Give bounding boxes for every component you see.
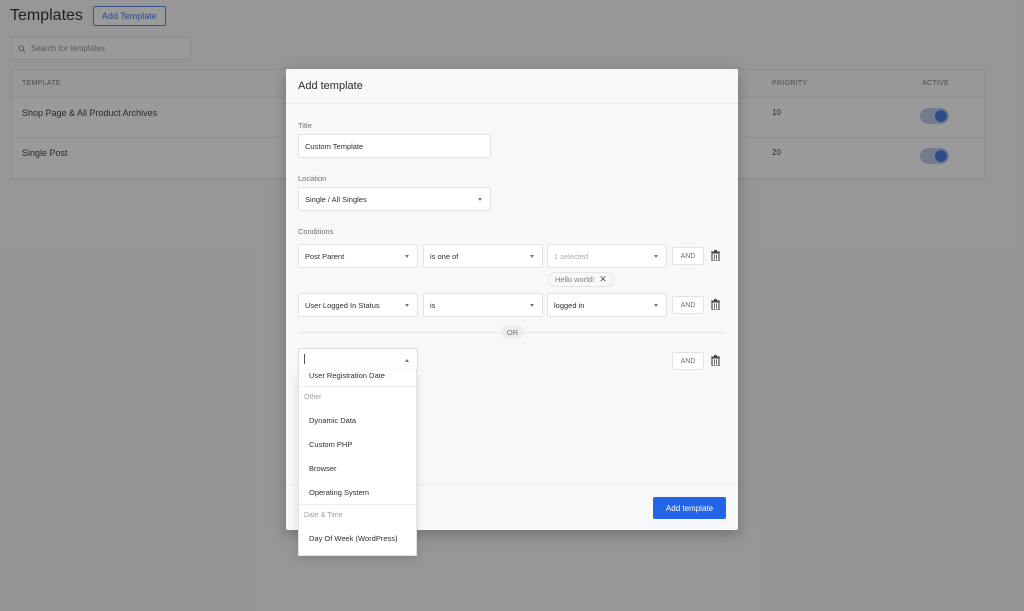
and-button[interactable]: AND [672, 247, 704, 265]
location-select[interactable]: Single / All Singles [298, 187, 491, 211]
condition-field-value: Post Parent [305, 251, 345, 261]
condition-value: logged in [554, 300, 585, 310]
and-button[interactable]: AND [672, 352, 704, 370]
dropdown-option[interactable]: User Registration Date [299, 370, 416, 386]
dropdown-group-label: Other [299, 386, 416, 408]
text-cursor [304, 354, 305, 364]
dropdown-option[interactable]: Day Of Week (WordPress) [299, 526, 416, 550]
condition-field-dropdown[interactable]: User Registration Date Other Dynamic Dat… [298, 370, 417, 556]
dropdown-option[interactable]: Custom PHP [299, 432, 416, 456]
title-input[interactable]: Custom Template [298, 134, 491, 158]
or-badge: OR [501, 325, 524, 339]
title-value: Custom Template [305, 141, 364, 151]
and-button[interactable]: AND [672, 296, 704, 314]
condition-operator-value: is [430, 300, 436, 310]
chevron-down-icon [530, 255, 534, 258]
trash-icon[interactable] [711, 250, 720, 261]
selected-chip: Hello world! ✕ [548, 272, 614, 287]
condition-value-select[interactable]: 1 selected [547, 244, 667, 268]
dropdown-option[interactable]: Operating System [299, 480, 416, 504]
chip-label: Hello world! [555, 275, 595, 284]
modal-title: Add template [286, 69, 738, 104]
chevron-down-icon [654, 255, 658, 258]
new-condition-field-select[interactable] [298, 348, 418, 372]
condition-value-placeholder: 1 selected [554, 251, 589, 261]
chevron-down-icon [654, 304, 658, 307]
dropdown-option[interactable]: Browser [299, 456, 416, 480]
condition-field-select[interactable]: User Logged In Status [298, 293, 418, 317]
chevron-down-icon [405, 304, 409, 307]
condition-operator-select[interactable]: is [423, 293, 543, 317]
trash-icon[interactable] [711, 299, 720, 310]
condition-field-select[interactable]: Post Parent [298, 244, 418, 268]
condition-value-select[interactable]: logged in [547, 293, 667, 317]
conditions-label: Conditions [298, 227, 334, 236]
location-value: Single / All Singles [305, 194, 367, 204]
submit-add-template-button[interactable]: Add template [653, 497, 726, 519]
chevron-down-icon [530, 304, 534, 307]
location-label: Location [298, 174, 327, 183]
chevron-down-icon [478, 198, 482, 201]
chevron-up-icon [405, 359, 409, 362]
dropdown-option[interactable]: Dynamic Data [299, 408, 416, 432]
trash-icon[interactable] [711, 355, 720, 366]
dropdown-group-label: Date & Time [299, 504, 416, 526]
condition-operator-value: is one of [430, 251, 459, 261]
chevron-down-icon [405, 255, 409, 258]
condition-operator-select[interactable]: is one of [423, 244, 543, 268]
condition-field-value: User Logged In Status [305, 300, 380, 310]
remove-chip-icon[interactable]: ✕ [599, 275, 607, 284]
title-label: Title [298, 121, 312, 130]
